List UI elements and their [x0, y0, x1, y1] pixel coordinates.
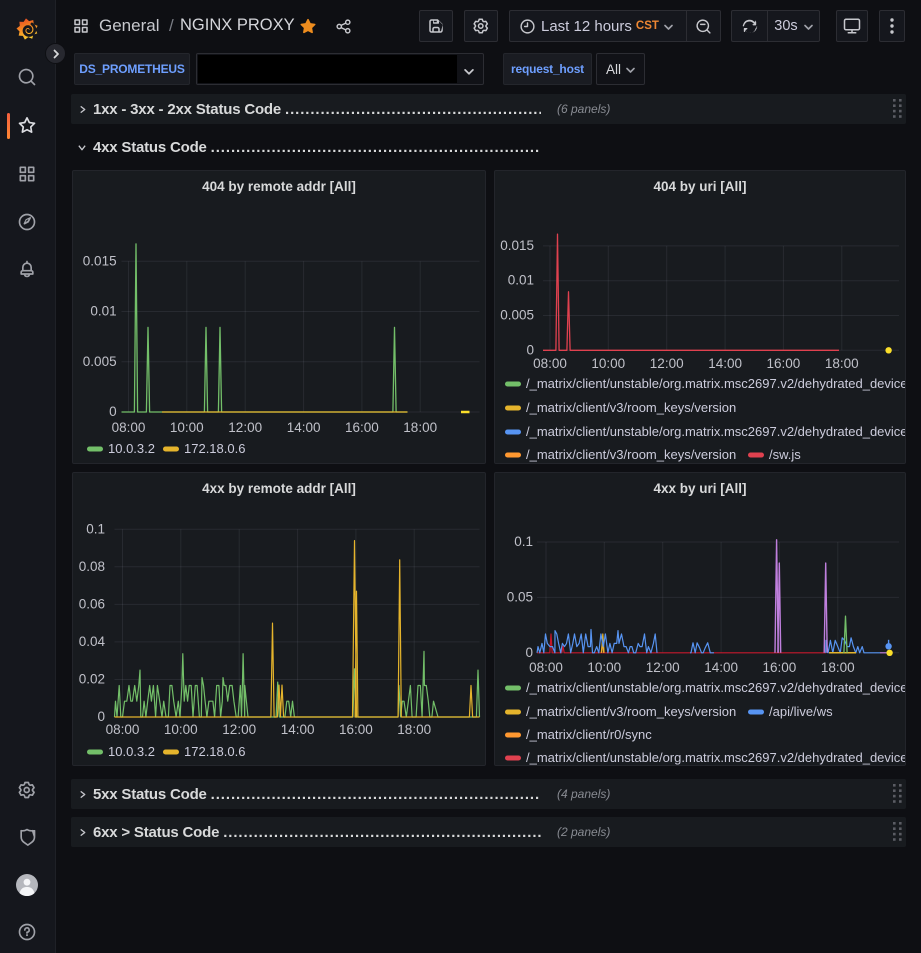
svg-text:08:00: 08:00: [106, 722, 140, 737]
svg-text:0.04: 0.04: [79, 634, 106, 649]
svg-text:12:00: 12:00: [222, 722, 256, 737]
svg-text:0.01: 0.01: [508, 273, 534, 288]
svg-text:18:00: 18:00: [821, 660, 855, 675]
svg-text:08:00: 08:00: [112, 420, 146, 435]
svg-text:08:00: 08:00: [529, 660, 563, 675]
svg-text:14:00: 14:00: [708, 356, 742, 371]
svg-text:14:00: 14:00: [287, 420, 321, 435]
svg-text:14:00: 14:00: [704, 660, 738, 675]
svg-text:/_matrix/client/v3/room_keys/v: /_matrix/client/v3/room_keys/version: [526, 447, 736, 462]
svg-text:10:00: 10:00: [170, 420, 204, 435]
svg-text:/_matrix/client/r0/sync: /_matrix/client/r0/sync: [526, 727, 652, 742]
svg-text:10.0.3.2: 10.0.3.2: [108, 744, 155, 759]
svg-text:0.015: 0.015: [83, 253, 117, 268]
svg-text:/_matrix/client/unstable/org.m: /_matrix/client/unstable/org.matrix.msc2…: [526, 376, 905, 391]
svg-text:0.005: 0.005: [500, 308, 534, 323]
svg-text:0.06: 0.06: [79, 596, 105, 611]
svg-text:0.1: 0.1: [86, 521, 105, 536]
svg-text:16:00: 16:00: [345, 420, 379, 435]
svg-text:16:00: 16:00: [767, 356, 801, 371]
svg-text:10:00: 10:00: [591, 356, 625, 371]
svg-text:18:00: 18:00: [825, 356, 859, 371]
svg-text:172.18.0.6: 172.18.0.6: [184, 441, 245, 456]
svg-text:14:00: 14:00: [281, 722, 315, 737]
svg-text:/sw.js: /sw.js: [769, 447, 801, 462]
svg-text:10.0.3.2: 10.0.3.2: [108, 441, 155, 456]
svg-text:12:00: 12:00: [228, 420, 262, 435]
svg-text:0.1: 0.1: [514, 534, 533, 549]
svg-text:16:00: 16:00: [763, 660, 797, 675]
svg-text:0: 0: [97, 709, 105, 724]
svg-text:0: 0: [109, 404, 117, 419]
svg-text:/_matrix/client/unstable/org.m: /_matrix/client/unstable/org.matrix.msc2…: [526, 680, 905, 695]
svg-text:/_matrix/client/v3/room_keys/v: /_matrix/client/v3/room_keys/version: [526, 400, 736, 415]
svg-text:08:00: 08:00: [533, 356, 567, 371]
svg-text:0.05: 0.05: [507, 589, 533, 604]
svg-text:18:00: 18:00: [403, 420, 437, 435]
svg-text:/_matrix/client/unstable/org.m: /_matrix/client/unstable/org.matrix.msc2…: [526, 424, 905, 439]
svg-text:12:00: 12:00: [650, 356, 684, 371]
svg-text:/api/live/ws: /api/live/ws: [769, 704, 833, 719]
svg-text:0.015: 0.015: [500, 238, 534, 253]
svg-text:10:00: 10:00: [164, 722, 198, 737]
svg-text:172.18.0.6: 172.18.0.6: [184, 744, 245, 759]
svg-text:10:00: 10:00: [587, 660, 621, 675]
svg-text:0.01: 0.01: [90, 304, 116, 319]
svg-text:0: 0: [525, 645, 533, 660]
svg-text:/_matrix/client/v3/room_keys/v: /_matrix/client/v3/room_keys/version: [526, 704, 736, 719]
svg-text:18:00: 18:00: [397, 722, 431, 737]
svg-text:0.02: 0.02: [79, 671, 105, 686]
svg-text:16:00: 16:00: [339, 722, 373, 737]
svg-text:/_matrix/client/unstable/org.m: /_matrix/client/unstable/org.matrix.msc2…: [526, 750, 905, 765]
svg-text:12:00: 12:00: [646, 660, 680, 675]
svg-text:0.08: 0.08: [79, 559, 105, 574]
svg-text:0.005: 0.005: [83, 354, 117, 369]
